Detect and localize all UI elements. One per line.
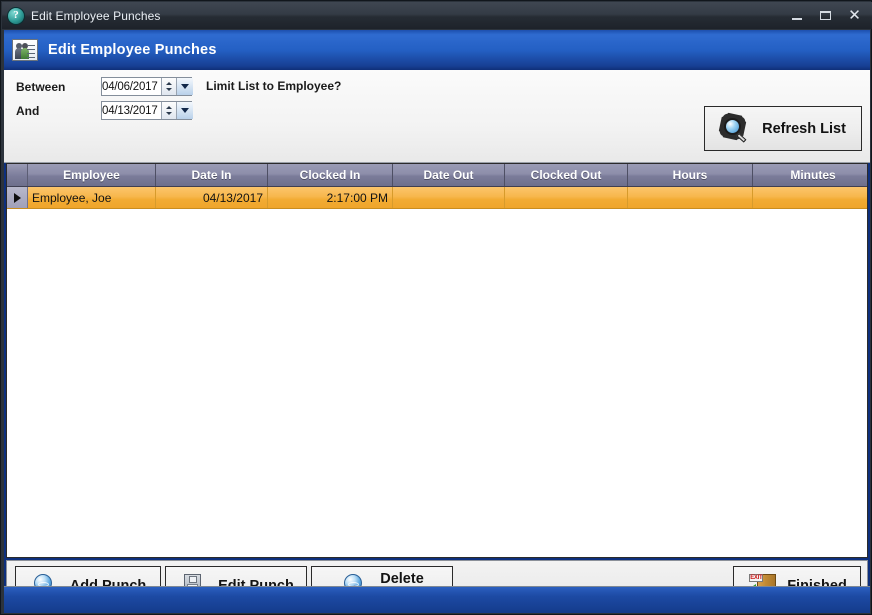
and-date-picker[interactable]: 04/13/2017 [101,101,193,120]
cell-minutes[interactable] [753,187,867,208]
and-label: And [16,104,40,118]
limit-list-label: Limit List to Employee? [206,79,342,93]
and-date-dropdown-icon[interactable] [175,102,193,119]
minimize-button[interactable] [783,5,810,26]
cell-date-out[interactable] [393,187,505,208]
column-header-date-in[interactable]: Date In [156,164,268,186]
maximize-button[interactable] [812,5,839,26]
between-date-value: 04/06/2017 [102,80,158,93]
close-button[interactable]: ✕ [841,5,868,26]
column-header-clocked-out[interactable]: Clocked Out [505,164,628,186]
app-help-icon [8,7,24,24]
page-banner: Edit Employee Punches [4,30,870,70]
status-bar [4,586,870,613]
between-date-spinner[interactable] [160,78,176,95]
and-date-value: 04/13/2017 [102,104,158,117]
cell-employee[interactable]: Employee, Joe [28,187,156,208]
refresh-list-label: Refresh List [762,120,846,137]
exit-sign-text: EXIT [749,574,764,582]
client-area: Edit Employee Punches Between And Limit … [4,30,870,613]
punches-grid[interactable]: Employee Date In Clocked In Date Out Clo… [6,163,868,558]
between-label: Between [16,80,66,94]
cell-hours[interactable] [628,187,753,208]
grid-corner-header [7,164,28,186]
page-title: Edit Employee Punches [48,42,217,58]
minimize-icon [791,18,802,20]
close-icon: ✕ [848,6,861,24]
column-header-clocked-in[interactable]: Clocked In [268,164,393,186]
and-date-spinner[interactable] [160,102,176,119]
row-selector-indicator[interactable] [7,187,28,208]
between-date-dropdown-icon[interactable] [175,78,193,95]
refresh-list-button[interactable]: Refresh List [704,106,862,151]
column-header-employee[interactable]: Employee [28,164,156,186]
cell-date-in[interactable]: 04/13/2017 [156,187,268,208]
employees-card-icon [12,39,38,61]
filter-panel: Between And Limit List to Employee? 04/0… [4,70,870,189]
column-header-hours[interactable]: Hours [628,164,753,186]
application-window: Edit Employee Punches ✕ Edit Employee Pu… [0,0,872,615]
magnifier-icon [718,112,750,144]
window-title: Edit Employee Punches [31,8,161,23]
cell-clocked-in[interactable]: 2:17:00 PM [268,187,393,208]
cell-clocked-out[interactable] [505,187,628,208]
column-header-minutes[interactable]: Minutes [753,164,867,186]
between-date-picker[interactable]: 04/06/2017 [101,77,193,96]
title-bar[interactable]: Edit Employee Punches ✕ [2,2,872,29]
column-header-date-out[interactable]: Date Out [393,164,505,186]
window-controls: ✕ [783,2,868,29]
maximize-icon [820,11,831,20]
grid-header-row: Employee Date In Clocked In Date Out Clo… [7,164,867,187]
table-row[interactable]: Employee, Joe 04/13/2017 2:17:00 PM [7,187,867,209]
